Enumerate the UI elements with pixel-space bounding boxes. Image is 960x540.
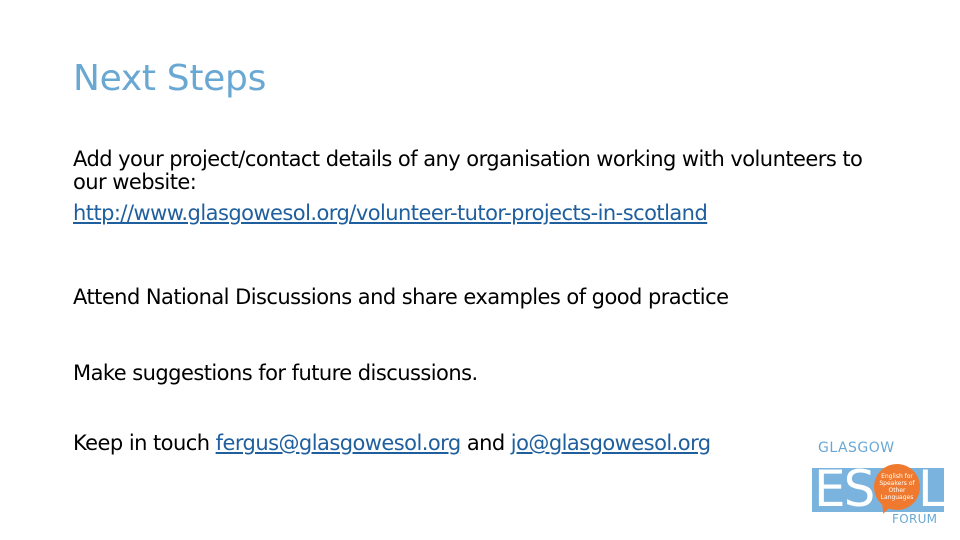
email-link-fergus[interactable]: fergus@glasgowesol.org bbox=[216, 431, 462, 455]
email-link-jo[interactable]: jo@glasgowesol.org bbox=[511, 431, 711, 455]
logo-letters-es: ES bbox=[814, 460, 875, 518]
glasgow-esol-forum-logo: GLASGOW ES L English for Speakers of Oth… bbox=[810, 440, 946, 530]
website-link[interactable]: http://www.glasgowesol.org/volunteer-tut… bbox=[73, 201, 708, 225]
logo-glasgow-text: GLASGOW bbox=[818, 440, 895, 456]
paragraph-add-details: Add your project/contact details of any … bbox=[73, 148, 863, 225]
logo-letter-l: L bbox=[918, 460, 946, 518]
add-details-text: Add your project/contact details of any … bbox=[73, 147, 863, 194]
logo-forum-text: FORUM bbox=[892, 512, 938, 526]
paragraph-keep-in-touch: Keep in touch fergus@glasgowesol.org and… bbox=[73, 432, 863, 455]
keep-in-touch-text: Keep in touch bbox=[73, 431, 216, 455]
and-text: and bbox=[460, 431, 511, 455]
paragraph-suggestions: Make suggestions for future discussions. bbox=[73, 361, 478, 385]
slide-title: Next Steps bbox=[73, 58, 267, 99]
paragraph-attend-discussions: Attend National Discussions and share ex… bbox=[73, 285, 729, 309]
speech-bubble-icon: English for Speakers of Other Languages bbox=[874, 464, 920, 510]
logo-letters: ES L bbox=[814, 460, 946, 518]
